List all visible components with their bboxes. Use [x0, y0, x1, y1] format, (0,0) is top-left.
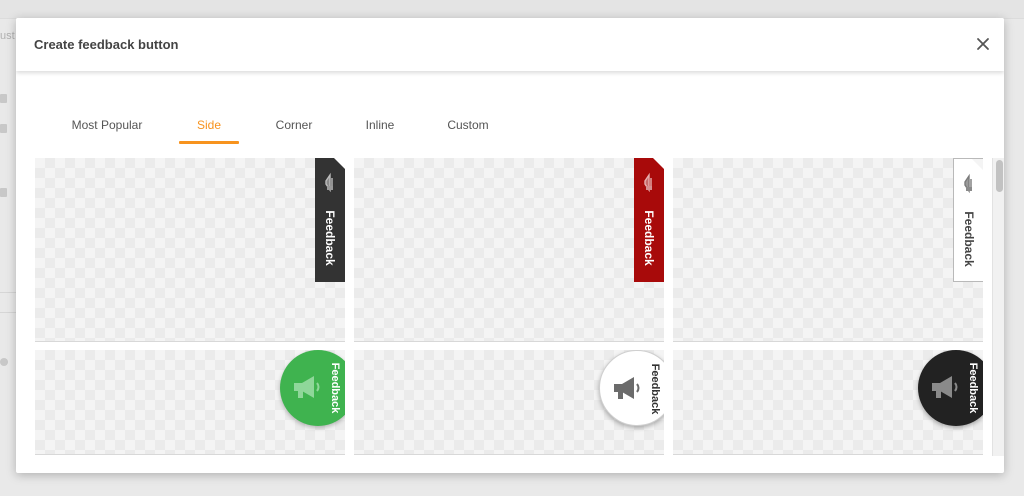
preview-tile-circle-green[interactable]: Feedback	[35, 350, 345, 455]
feedback-label: Feedback	[649, 363, 661, 415]
megaphone-icon	[614, 377, 640, 399]
tab-corner[interactable]: Corner	[274, 118, 314, 144]
feedback-circle-black[interactable]: Feedback	[918, 350, 983, 426]
tab-custom[interactable]: Custom	[446, 118, 490, 144]
feedback-label: Feedback	[962, 211, 976, 267]
background-topbar	[0, 0, 1024, 19]
feedback-side-tab-white[interactable]: Feedback	[953, 158, 983, 282]
preview-tile-side-red[interactable]: Feedback	[354, 158, 664, 342]
preview-tile-side-white[interactable]: Feedback	[673, 158, 983, 342]
feedback-label: Feedback	[642, 210, 656, 266]
megaphone-icon	[932, 376, 958, 398]
create-feedback-modal: Create feedback button Most Popular Side…	[16, 18, 1004, 473]
feedback-circle-white[interactable]: Feedback	[599, 350, 664, 426]
preview-grid: Feedback Feedback Feedback Feedback Feed…	[16, 158, 1004, 473]
preview-tile-circle-white[interactable]: Feedback	[354, 350, 664, 455]
feedback-label: Feedback	[967, 362, 979, 414]
preview-tile-circle-black[interactable]: Feedback	[673, 350, 983, 455]
tab-side[interactable]: Side	[179, 118, 239, 144]
tab-inline[interactable]: Inline	[363, 118, 397, 144]
feedback-side-tab-red[interactable]: Feedback	[634, 158, 664, 282]
modal-header: Create feedback button	[16, 18, 1004, 71]
feedback-label: Feedback	[323, 210, 337, 266]
scrollbar-thumb[interactable]	[996, 160, 1003, 192]
background-home-icon	[0, 188, 7, 197]
feedback-label: Feedback	[329, 362, 341, 414]
background-side-text: ust	[0, 30, 15, 42]
background-side-icon	[0, 94, 7, 103]
feedback-circle-green[interactable]: Feedback	[280, 350, 345, 426]
modal-title: Create feedback button	[34, 37, 179, 52]
megaphone-icon	[964, 173, 972, 193]
megaphone-icon	[325, 172, 333, 192]
preview-scrollbar[interactable]	[992, 158, 1004, 456]
tab-most-popular[interactable]: Most Popular	[71, 118, 143, 144]
preview-tile-side-dark[interactable]: Feedback	[35, 158, 345, 342]
close-button[interactable]	[974, 35, 992, 53]
background-divider	[0, 292, 16, 293]
background-search-icon	[0, 124, 7, 133]
megaphone-icon	[644, 172, 652, 192]
background-circle-icon	[0, 358, 8, 366]
feedback-side-tab-dark[interactable]: Feedback	[315, 158, 345, 282]
megaphone-icon	[294, 376, 320, 398]
corner-fold	[653, 158, 664, 169]
corner-fold	[334, 158, 345, 169]
background-divider	[0, 312, 16, 313]
corner-fold	[972, 159, 983, 170]
close-icon	[977, 38, 989, 50]
